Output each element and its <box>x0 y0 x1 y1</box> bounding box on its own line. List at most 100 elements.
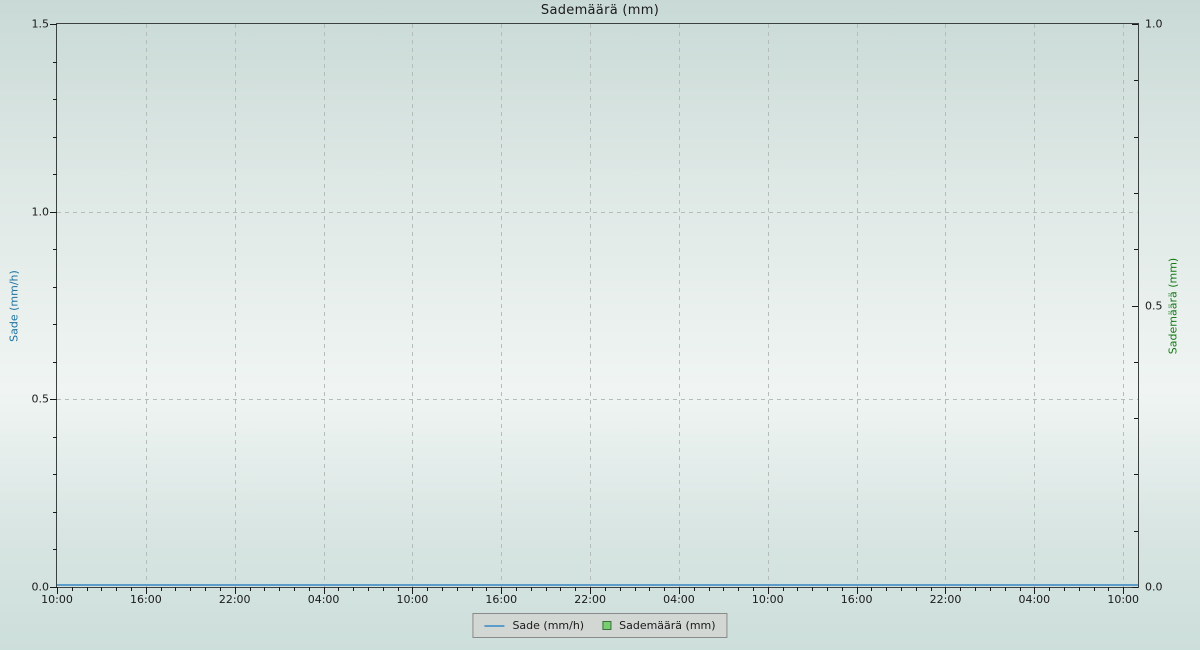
x-minor-tick <box>398 587 399 591</box>
x-minor-tick <box>664 587 665 591</box>
x-minor-tick <box>605 587 606 591</box>
x-minor-tick <box>1094 587 1095 591</box>
y-right-major-tick <box>1132 24 1138 25</box>
x-minor-tick <box>738 587 739 591</box>
y-left-minor-tick <box>53 512 57 513</box>
y-right-minor-tick <box>1134 137 1138 138</box>
x-minor-tick <box>87 587 88 591</box>
y-right-minor-tick <box>1134 474 1138 475</box>
gridline-vertical <box>679 24 680 587</box>
y-left-minor-tick <box>53 137 57 138</box>
x-minor-tick <box>190 587 191 591</box>
y-left-minor-tick <box>53 249 57 250</box>
legend-entry-sademaara: Sademäärä (mm) <box>602 619 715 632</box>
x-minor-tick <box>620 587 621 591</box>
gridline-vertical <box>590 24 591 587</box>
square-swatch-icon <box>602 621 611 630</box>
plot-area: 10:0016:0022:0004:0010:0016:0022:0004:00… <box>56 23 1139 588</box>
y-right-tick-label: 1.0 <box>1145 18 1163 31</box>
x-minor-tick <box>220 587 221 591</box>
x-minor-tick <box>827 587 828 591</box>
y-left-tick-label: 0.0 <box>11 581 49 594</box>
x-minor-tick <box>990 587 991 591</box>
x-minor-tick <box>131 587 132 591</box>
x-minor-tick <box>457 587 458 591</box>
x-minor-tick <box>1079 587 1080 591</box>
x-minor-tick <box>383 587 384 591</box>
x-minor-tick <box>279 587 280 591</box>
x-tick-label: 10:00 <box>397 593 429 606</box>
x-minor-tick <box>649 587 650 591</box>
x-tick-label: 22:00 <box>930 593 962 606</box>
y-left-minor-tick <box>53 62 57 63</box>
x-minor-tick <box>812 587 813 591</box>
x-minor-tick <box>560 587 561 591</box>
y-right-minor-tick <box>1134 418 1138 419</box>
x-minor-tick <box>901 587 902 591</box>
x-minor-tick <box>516 587 517 591</box>
x-minor-tick <box>486 587 487 591</box>
x-minor-tick <box>368 587 369 591</box>
x-minor-tick <box>1064 587 1065 591</box>
x-minor-tick <box>101 587 102 591</box>
x-minor-tick <box>294 587 295 591</box>
y-left-tick-label: 0.5 <box>11 393 49 406</box>
x-minor-tick <box>931 587 932 591</box>
x-minor-tick <box>723 587 724 591</box>
x-minor-tick <box>546 587 547 591</box>
x-minor-tick <box>1020 587 1021 591</box>
y-left-major-tick <box>50 399 57 400</box>
y-right-minor-tick <box>1134 193 1138 194</box>
x-minor-tick <box>531 587 532 591</box>
y-left-minor-tick <box>53 287 57 288</box>
y-left-minor-tick <box>53 174 57 175</box>
legend-label-sade: Sade (mm/h) <box>512 619 584 632</box>
x-minor-tick <box>797 587 798 591</box>
y-axis-title-right: Sademäärä (mm) <box>1167 258 1180 354</box>
x-minor-tick <box>783 587 784 591</box>
x-minor-tick <box>960 587 961 591</box>
x-minor-tick <box>442 587 443 591</box>
x-minor-tick <box>427 587 428 591</box>
y-left-minor-tick <box>53 324 57 325</box>
x-minor-tick <box>975 587 976 591</box>
x-minor-tick <box>709 587 710 591</box>
gridline-horizontal <box>57 399 1138 400</box>
y-left-tick-label: 1.5 <box>11 18 49 31</box>
line-swatch-icon <box>484 625 504 627</box>
x-minor-tick <box>175 587 176 591</box>
x-tick-label: 04:00 <box>1018 593 1050 606</box>
x-minor-tick <box>842 587 843 591</box>
gridline-vertical <box>324 24 325 587</box>
y-left-minor-tick <box>53 474 57 475</box>
x-minor-tick <box>353 587 354 591</box>
y-left-major-tick <box>50 587 57 588</box>
chart-figure: Sademäärä (mm) 10:0016:0022:0004:0010:00… <box>0 0 1200 650</box>
y-axis-title-left: Sade (mm/h) <box>8 270 21 342</box>
chart-title: Sademäärä (mm) <box>0 3 1200 18</box>
gridline-vertical <box>412 24 413 587</box>
x-minor-tick <box>472 587 473 591</box>
gridline-vertical <box>501 24 502 587</box>
gridline-vertical <box>857 24 858 587</box>
x-minor-tick <box>1005 587 1006 591</box>
gridline-horizontal <box>57 212 1138 213</box>
x-minor-tick <box>886 587 887 591</box>
gridline-vertical <box>1034 24 1035 587</box>
x-tick-label: 10:00 <box>41 593 73 606</box>
x-tick-label: 16:00 <box>130 593 162 606</box>
x-minor-tick <box>1108 587 1109 591</box>
gridline-vertical <box>235 24 236 587</box>
y-left-minor-tick <box>53 549 57 550</box>
y-left-tick-label: 1.0 <box>11 205 49 218</box>
x-minor-tick <box>694 587 695 591</box>
x-tick-label: 16:00 <box>841 593 873 606</box>
x-tick-label: 22:00 <box>574 593 606 606</box>
gridline-vertical <box>1123 24 1124 587</box>
x-minor-tick <box>1049 587 1050 591</box>
x-minor-tick <box>635 587 636 591</box>
x-minor-tick <box>575 587 576 591</box>
x-minor-tick <box>338 587 339 591</box>
y-right-tick-label: 0.5 <box>1145 299 1163 312</box>
x-minor-tick <box>264 587 265 591</box>
